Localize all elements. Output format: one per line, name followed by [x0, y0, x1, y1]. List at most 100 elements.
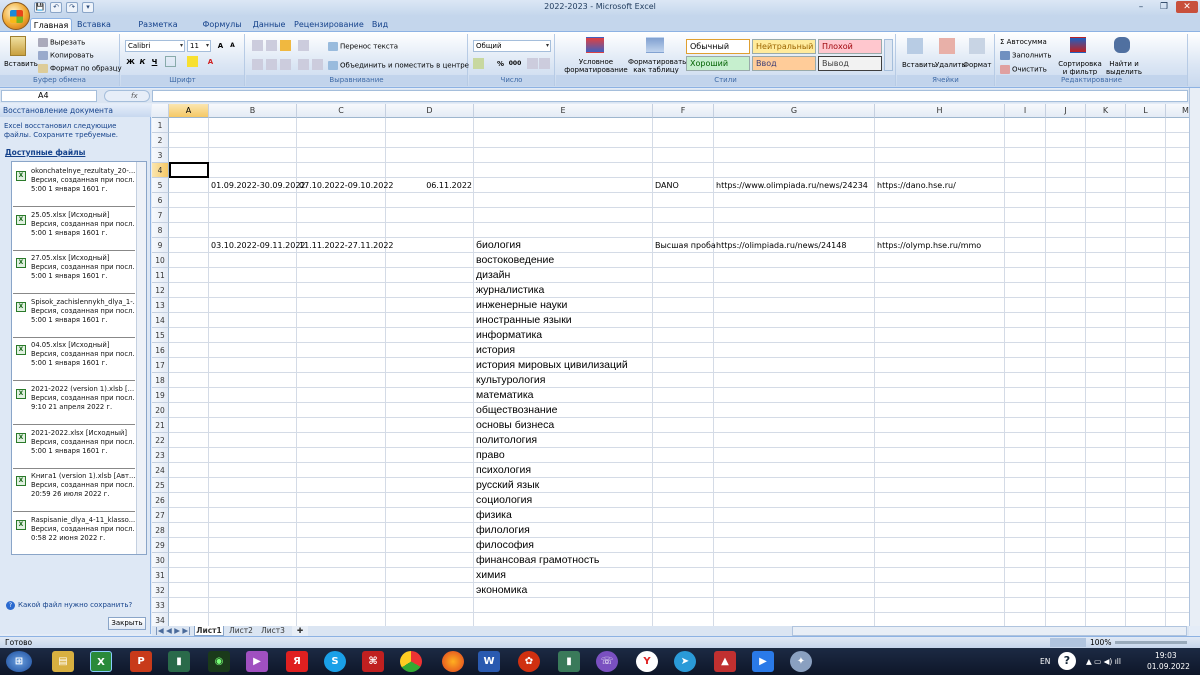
yandex-browser-icon[interactable]: Y	[636, 651, 658, 672]
format-cells-icon[interactable]	[969, 38, 985, 54]
word-icon[interactable]: W	[478, 651, 500, 672]
underline-button[interactable]: Ч	[149, 56, 160, 67]
subject-cell[interactable]: история	[474, 343, 515, 358]
subject-cell[interactable]: финансовая грамотность	[474, 553, 599, 568]
column-header[interactable]: L	[1126, 104, 1166, 118]
thousands-button[interactable]: 000	[507, 58, 523, 69]
subject-cell[interactable]: культурология	[474, 373, 545, 388]
row-header[interactable]: 13	[152, 298, 169, 313]
subject-cell[interactable]: политология	[474, 433, 537, 448]
column-header[interactable]: F	[653, 104, 714, 118]
recovered-file-item[interactable]: X Книга1 (version 1).xlsb [Авт... Версия, …	[13, 470, 135, 513]
row-header[interactable]: 4	[152, 163, 169, 178]
paste-icon[interactable]	[10, 36, 26, 56]
conditional-formatting-button[interactable]: Условное форматирование	[560, 58, 632, 74]
recovered-file-item[interactable]: X Raspisanie_dlya_4-11_klasso... Версия, с…	[13, 514, 135, 554]
font-color-icon[interactable]: A	[205, 56, 216, 67]
subject-cell[interactable]: физика	[474, 508, 512, 523]
subject-cell[interactable]: обществознание	[474, 403, 557, 418]
sheet-nav-arrows-icon[interactable]: |◀ ◀ ▶ ▶|	[154, 626, 192, 636]
row-header[interactable]: 25	[152, 478, 169, 493]
files-scrollbar[interactable]	[136, 162, 146, 554]
shrink-font-button[interactable]: A	[227, 40, 238, 51]
sort-filter-button[interactable]: Сортировка и фильтр	[1056, 60, 1104, 76]
align-middle-icon[interactable]	[266, 40, 277, 51]
recovered-file-item[interactable]: X 2021-2022 (version 1).xlsb [... Версия, …	[13, 383, 135, 425]
column-header[interactable]: M	[1166, 104, 1189, 118]
cell-H5[interactable]: https://dano.hse.ru/	[875, 178, 956, 193]
recovered-file-item[interactable]: X Spisok_zachislennykh_dlya_1-... Версия, …	[13, 296, 135, 338]
tab-formulas[interactable]: Формулы	[202, 18, 242, 32]
app-icon[interactable]: ▮	[168, 651, 190, 672]
subject-cell[interactable]: дизайн	[474, 268, 510, 283]
skype-icon[interactable]: S	[324, 651, 346, 672]
align-center-icon[interactable]	[266, 59, 277, 70]
eye-app-icon[interactable]: ◉	[208, 651, 230, 672]
column-header[interactable]: H	[875, 104, 1005, 118]
worksheet-grid[interactable]: A B C D E F G H I J K L M 1 2 3 4 5 6 7 8 9 10 11 12 13 14 15 16 17 18…	[152, 104, 1189, 626]
align-top-icon[interactable]	[252, 40, 263, 51]
subject-cell[interactable]: социология	[474, 493, 532, 508]
increase-indent-icon[interactable]	[312, 59, 323, 70]
increase-decimal-icon[interactable]	[527, 58, 538, 69]
sort-filter-icon[interactable]	[1070, 37, 1086, 53]
column-header[interactable]: J	[1046, 104, 1086, 118]
insert-function-button[interactable]: fx	[104, 90, 150, 102]
subject-cell[interactable]: математика	[474, 388, 534, 403]
percent-button[interactable]: %	[495, 58, 506, 69]
office-button[interactable]	[2, 2, 30, 30]
subject-cell[interactable]: журналистика	[474, 283, 544, 298]
row-header[interactable]: 21	[152, 418, 169, 433]
binoculars-icon[interactable]	[1114, 37, 1130, 53]
close-pane-button[interactable]: Закрыть	[108, 617, 146, 630]
chrome-icon[interactable]	[400, 651, 422, 672]
explorer-icon[interactable]: ▤	[52, 651, 74, 672]
subject-cell[interactable]: основы бизнеса	[474, 418, 554, 433]
format-as-table-button[interactable]: Форматировать как таблицу	[628, 58, 686, 74]
row-header[interactable]: 1	[152, 118, 169, 133]
tray-arrow-icon[interactable]: ▲ ▭ ◀) ıll	[1086, 657, 1121, 666]
powerpoint-icon[interactable]: P	[130, 651, 152, 672]
column-header[interactable]: I	[1005, 104, 1046, 118]
subject-cell[interactable]: востоковедение	[474, 253, 554, 268]
subject-cell[interactable]: история мировых цивилизаций	[474, 358, 628, 373]
align-right-icon[interactable]	[280, 59, 291, 70]
subject-cell[interactable]: русский язык	[474, 478, 539, 493]
chart-app-icon[interactable]: ▲	[714, 651, 736, 672]
format-cells-button[interactable]: Формат	[963, 61, 991, 70]
paste-button[interactable]: Вставить	[4, 60, 38, 69]
row-header[interactable]: 29	[152, 538, 169, 553]
copy-button[interactable]: Копировать	[38, 51, 94, 61]
decrease-indent-icon[interactable]	[298, 59, 309, 70]
app2-icon[interactable]: ▮	[558, 651, 580, 672]
sheet-tab-3[interactable]: Лист3	[258, 626, 288, 636]
tab-insert[interactable]: Вставка	[76, 18, 112, 32]
close-window-button[interactable]: ✕	[1176, 1, 1198, 13]
row-header[interactable]: 18	[152, 373, 169, 388]
row-header[interactable]: 32	[152, 583, 169, 598]
style-neutral[interactable]: Нейтральный	[752, 39, 816, 54]
row-header[interactable]: 20	[152, 403, 169, 418]
cell-G5[interactable]: https://www.olimpiada.ru/news/24234	[714, 178, 868, 193]
row-header[interactable]: 3	[152, 148, 169, 163]
reel-app-icon[interactable]: ✿	[518, 651, 540, 672]
wrap-text-button[interactable]: Перенос текста	[328, 42, 398, 52]
cell-F9[interactable]: Высшая проба	[653, 238, 716, 253]
start-button[interactable]: ⊞	[6, 651, 32, 672]
cell-B9[interactable]: 03.10.2022-09.11.2022	[209, 238, 306, 253]
recovered-file-item[interactable]: X 27.05.xlsx [Исходный] Версия, созданная …	[13, 252, 135, 295]
grow-font-button[interactable]: A	[215, 40, 226, 51]
column-header[interactable]: A	[169, 104, 209, 118]
insert-cells-icon[interactable]	[907, 38, 923, 54]
delete-cells-icon[interactable]	[939, 38, 955, 54]
row-header[interactable]: 26	[152, 493, 169, 508]
fill-color-icon[interactable]	[187, 56, 198, 67]
zoom-slider[interactable]	[1115, 641, 1187, 644]
bold-button[interactable]: Ж	[125, 56, 136, 67]
subject-cell[interactable]: химия	[474, 568, 506, 583]
viber-icon[interactable]: ☏	[596, 651, 618, 672]
tab-review[interactable]: Рецензирование	[294, 18, 364, 32]
subject-cell[interactable]: философия	[474, 538, 534, 553]
tab-view[interactable]: Вид	[368, 18, 392, 32]
column-header[interactable]: B	[209, 104, 297, 118]
